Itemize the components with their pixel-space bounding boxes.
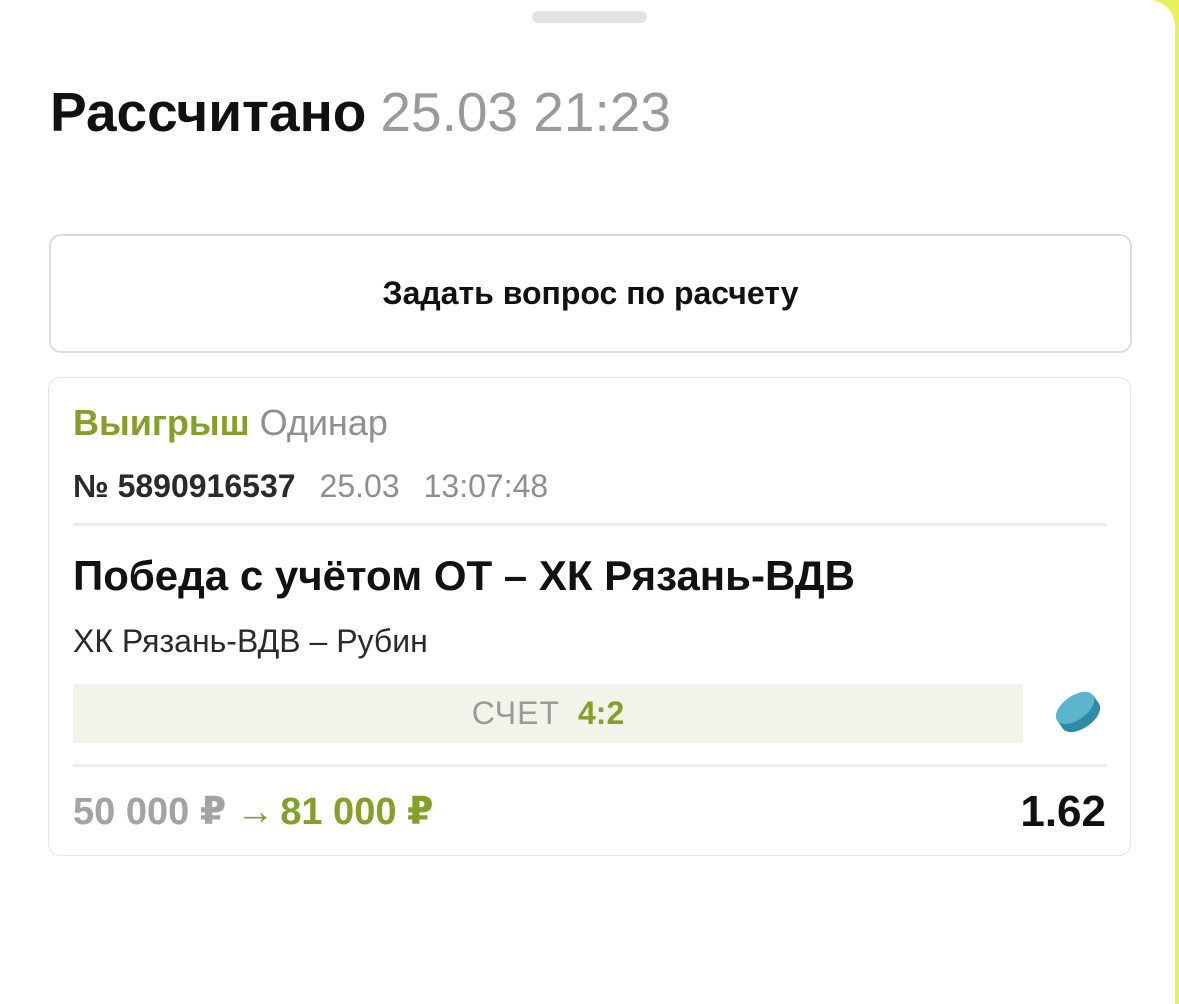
bet-date: 25.03 — [319, 468, 400, 504]
score-label: СЧЕТ — [471, 695, 560, 731]
bet-event: ХК Рязань-ВДВ – Рубин — [73, 623, 428, 659]
bet-amounts: 50 000 ₽ → 81 000 ₽ — [73, 790, 433, 834]
score-value: 4:2 — [578, 695, 625, 731]
bet-result-label: Выигрыш — [73, 402, 250, 443]
settlement-datetime: 25.03 21:23 — [380, 81, 671, 143]
stake-amount: 50 000 ₽ — [73, 791, 227, 833]
bet-type-label: Одинар — [259, 402, 388, 443]
bet-status-line: Выигрыш Одинар — [73, 402, 388, 444]
bet-number: № 5890916537 — [73, 468, 296, 504]
page-header: Рассчитано 25.03 21:23 — [50, 82, 671, 142]
hockey-puck-icon — [1055, 691, 1101, 733]
divider — [73, 523, 1107, 526]
sheet-grabber[interactable] — [532, 11, 647, 23]
bet-odds: 1.62 — [1020, 787, 1106, 836]
bet-time: 13:07:48 — [423, 468, 549, 504]
bet-card[interactable]: Выигрыш Одинар № 5890916537 25.03 13:07:48 … — [48, 377, 1131, 856]
score-bar: СЧЕТ 4:2 — [73, 684, 1023, 743]
divider — [73, 764, 1107, 767]
arrow-right-icon: → — [236, 791, 275, 833]
ask-question-button[interactable]: Задать вопрос по расчету — [49, 234, 1132, 353]
payout-amount: 81 000 ₽ — [280, 791, 434, 833]
bet-details-sheet: Рассчитано 25.03 21:23 Задать вопрос по р… — [0, 0, 1175, 1004]
bet-meta-line: № 5890916537 25.03 13:07:48 — [73, 468, 548, 504]
bet-market: Победа с учётом ОТ – ХК Рязань-ВДВ — [73, 552, 856, 599]
page-title: Рассчитано — [50, 81, 367, 143]
